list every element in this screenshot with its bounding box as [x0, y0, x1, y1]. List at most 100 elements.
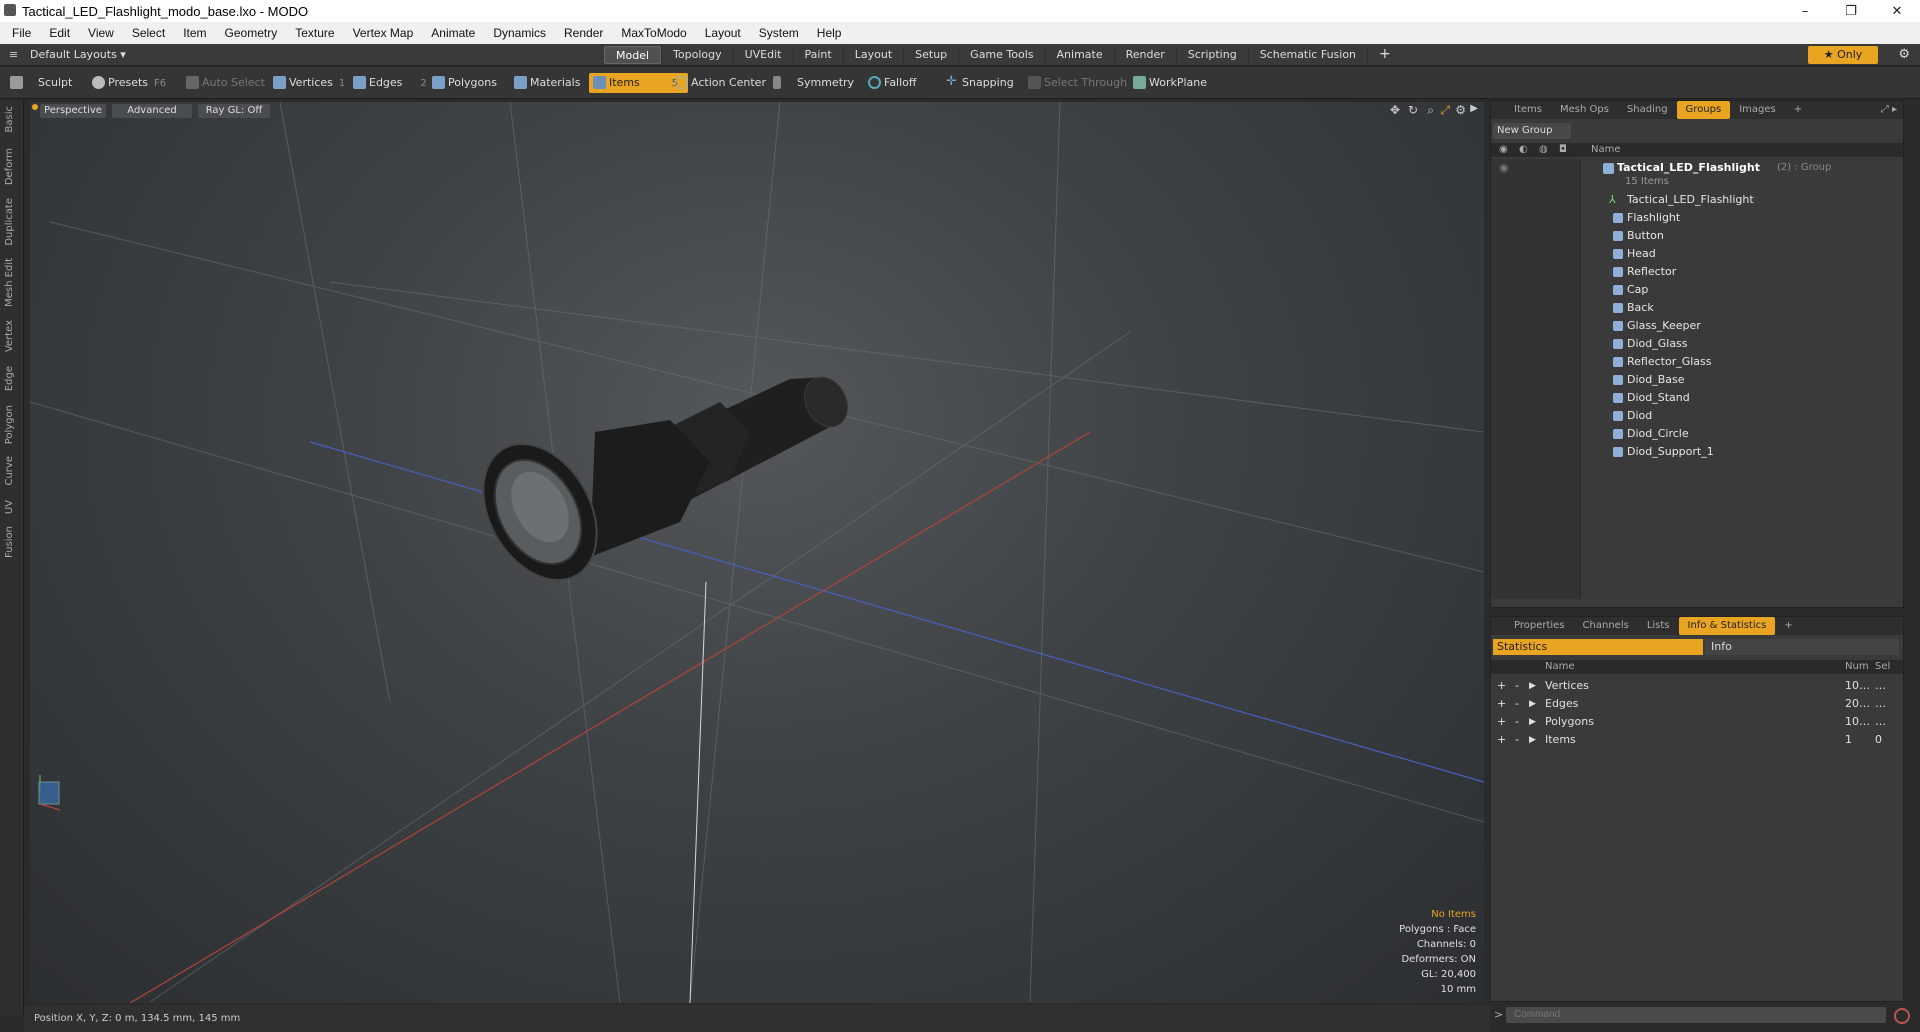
palette-duplicate[interactable]: Duplicate	[4, 198, 15, 246]
menu-edit[interactable]: Edit	[40, 26, 79, 40]
menu-maxtomodo[interactable]: MaxToModo	[612, 26, 695, 40]
add-panel-tab-icon[interactable]: +	[1785, 101, 1811, 119]
palette-edge[interactable]: Edge	[4, 366, 15, 391]
tab-groups[interactable]: Groups	[1676, 101, 1731, 119]
tab-properties[interactable]: Properties	[1505, 617, 1574, 635]
list-item[interactable]: Diod_Base	[1491, 371, 1903, 389]
palette-polygon[interactable]: Polygon	[4, 405, 15, 444]
remove-selection-button[interactable]: -	[1515, 695, 1519, 713]
new-group-button[interactable]: New Group	[1493, 123, 1571, 139]
auto-select-button[interactable]: Auto Select	[186, 73, 265, 93]
add-selection-button[interactable]: +	[1497, 731, 1506, 749]
remove-selection-button[interactable]: -	[1515, 731, 1519, 749]
tab-lists[interactable]: Lists	[1638, 617, 1679, 635]
action-center-button[interactable]: Action Center	[675, 73, 766, 93]
palette-deform[interactable]: Deform	[4, 148, 15, 185]
tab-topology[interactable]: Topology	[661, 46, 733, 64]
tab-layout[interactable]: Layout	[842, 46, 903, 64]
layout-menu-icon[interactable]: ≡	[9, 48, 18, 61]
zoom-view-icon[interactable]: ⌕	[1427, 103, 1434, 118]
viewport-menu-icon[interactable]	[32, 104, 38, 110]
remove-selection-button[interactable]: -	[1515, 713, 1519, 731]
add-selection-button[interactable]: +	[1497, 713, 1506, 731]
panel-expand-icon[interactable]: ⤢ ▸	[1881, 104, 1897, 115]
add-selection-button[interactable]: +	[1497, 695, 1506, 713]
tab-scripting[interactable]: Scripting	[1175, 46, 1248, 64]
tab-channels[interactable]: Channels	[1574, 617, 1638, 635]
tab-animate[interactable]: Animate	[1044, 46, 1114, 64]
vertices-button[interactable]: Vertices 1	[273, 73, 345, 93]
tab-schematic-fusion[interactable]: Schematic Fusion	[1247, 46, 1367, 64]
tab-shading[interactable]: Shading	[1618, 101, 1677, 119]
sculpt-button[interactable]: Sculpt	[10, 73, 72, 93]
maximize-button[interactable]: ❐	[1828, 0, 1874, 22]
add-selection-button[interactable]: +	[1497, 677, 1506, 695]
default-layouts-dropdown[interactable]: Default Layouts ▾	[30, 48, 126, 61]
list-item[interactable]: Diod	[1491, 407, 1903, 425]
expand-icon[interactable]: ▶	[1529, 731, 1536, 749]
list-item[interactable]: Diod_Circle	[1491, 425, 1903, 443]
advanced-dropdown[interactable]: Advanced	[112, 104, 192, 118]
tab-paint[interactable]: Paint	[792, 46, 843, 64]
edges-button[interactable]: Edges 2	[353, 73, 427, 93]
snapping-button[interactable]: ✛ Snapping	[946, 73, 1014, 93]
list-item[interactable]: Button	[1491, 227, 1903, 245]
list-item[interactable]: Diod_Stand	[1491, 389, 1903, 407]
table-row[interactable]: + - ▶ Edges 20… …	[1491, 695, 1903, 713]
menu-layout[interactable]: Layout	[696, 26, 750, 40]
add-panel-tab-icon[interactable]: +	[1775, 617, 1801, 635]
close-button[interactable]: ✕	[1874, 0, 1920, 22]
falloff-button[interactable]: Falloff	[868, 73, 916, 93]
expand-icon[interactable]: ▶	[1529, 713, 1536, 731]
menu-render[interactable]: Render	[555, 26, 612, 40]
raygl-dropdown[interactable]: Ray GL: Off	[198, 104, 270, 118]
list-item[interactable]: Flashlight	[1491, 209, 1903, 227]
viewport-settings-icon[interactable]: ⚙	[1455, 103, 1466, 117]
table-row[interactable]: + - ▶ Vertices 10… …	[1491, 677, 1903, 695]
list-item[interactable]: Glass_Keeper	[1491, 317, 1903, 335]
palette-uv[interactable]: UV	[4, 500, 15, 514]
list-item[interactable]: ⅄ Tactical_LED_Flashlight	[1491, 191, 1903, 209]
tab-model[interactable]: Model	[604, 46, 662, 64]
add-tab-button[interactable]: +	[1367, 46, 1402, 64]
menu-select[interactable]: Select	[123, 26, 174, 40]
polygons-button[interactable]: Polygons	[432, 73, 497, 93]
menu-texture[interactable]: Texture	[286, 26, 343, 40]
expand-icon[interactable]: ▶	[1529, 677, 1536, 695]
tab-items[interactable]: Items	[1505, 101, 1551, 119]
list-item[interactable]: Diod_Support_1	[1491, 443, 1903, 461]
list-item[interactable]: Back	[1491, 299, 1903, 317]
minimize-button[interactable]: –	[1782, 0, 1828, 22]
3d-viewport[interactable]: Perspective Advanced Ray GL: Off ✥ ↻ ⌕ ⤢…	[30, 102, 1484, 1003]
palette-vertex[interactable]: Vertex	[4, 320, 15, 352]
menu-system[interactable]: System	[750, 26, 808, 40]
move-view-icon[interactable]: ✥	[1390, 103, 1400, 117]
command-input[interactable]	[1506, 1007, 1886, 1023]
only-toggle[interactable]: ★ Only	[1808, 46, 1878, 64]
perspective-dropdown[interactable]: Perspective	[40, 104, 106, 118]
table-row[interactable]: + - ▶ Items 1 0	[1491, 731, 1903, 749]
menu-geometry[interactable]: Geometry	[216, 26, 287, 40]
viewport-expand-icon[interactable]: ▶	[1470, 103, 1478, 114]
flashlight-model[interactable]	[460, 370, 856, 601]
symmetry-button[interactable]: Symmetry	[773, 73, 854, 93]
menu-vertex-map[interactable]: Vertex Map	[344, 26, 423, 40]
expand-icon[interactable]: ▶	[1529, 695, 1536, 713]
list-item[interactable]: Head	[1491, 245, 1903, 263]
menu-animate[interactable]: Animate	[422, 26, 484, 40]
menu-view[interactable]: View	[79, 26, 123, 40]
palette-mesh-edit[interactable]: Mesh Edit	[4, 258, 15, 307]
materials-button[interactable]: Materials	[514, 73, 580, 93]
fit-view-icon[interactable]: ⤢	[1440, 103, 1450, 118]
list-item[interactable]: Diod_Glass	[1491, 335, 1903, 353]
workplane-button[interactable]: WorkPlane	[1133, 73, 1207, 93]
tab-setup[interactable]: Setup	[903, 46, 958, 64]
table-row[interactable]: + - ▶ Polygons 10… …	[1491, 713, 1903, 731]
remove-selection-button[interactable]: -	[1515, 677, 1519, 695]
tab-uvedit[interactable]: UVEdit	[732, 46, 793, 64]
list-item[interactable]: Reflector_Glass	[1491, 353, 1903, 371]
statistics-subtab[interactable]: Statistics	[1493, 639, 1703, 655]
list-item[interactable]: Cap	[1491, 281, 1903, 299]
tab-images[interactable]: Images	[1730, 101, 1785, 119]
tab-render[interactable]: Render	[1113, 46, 1176, 64]
